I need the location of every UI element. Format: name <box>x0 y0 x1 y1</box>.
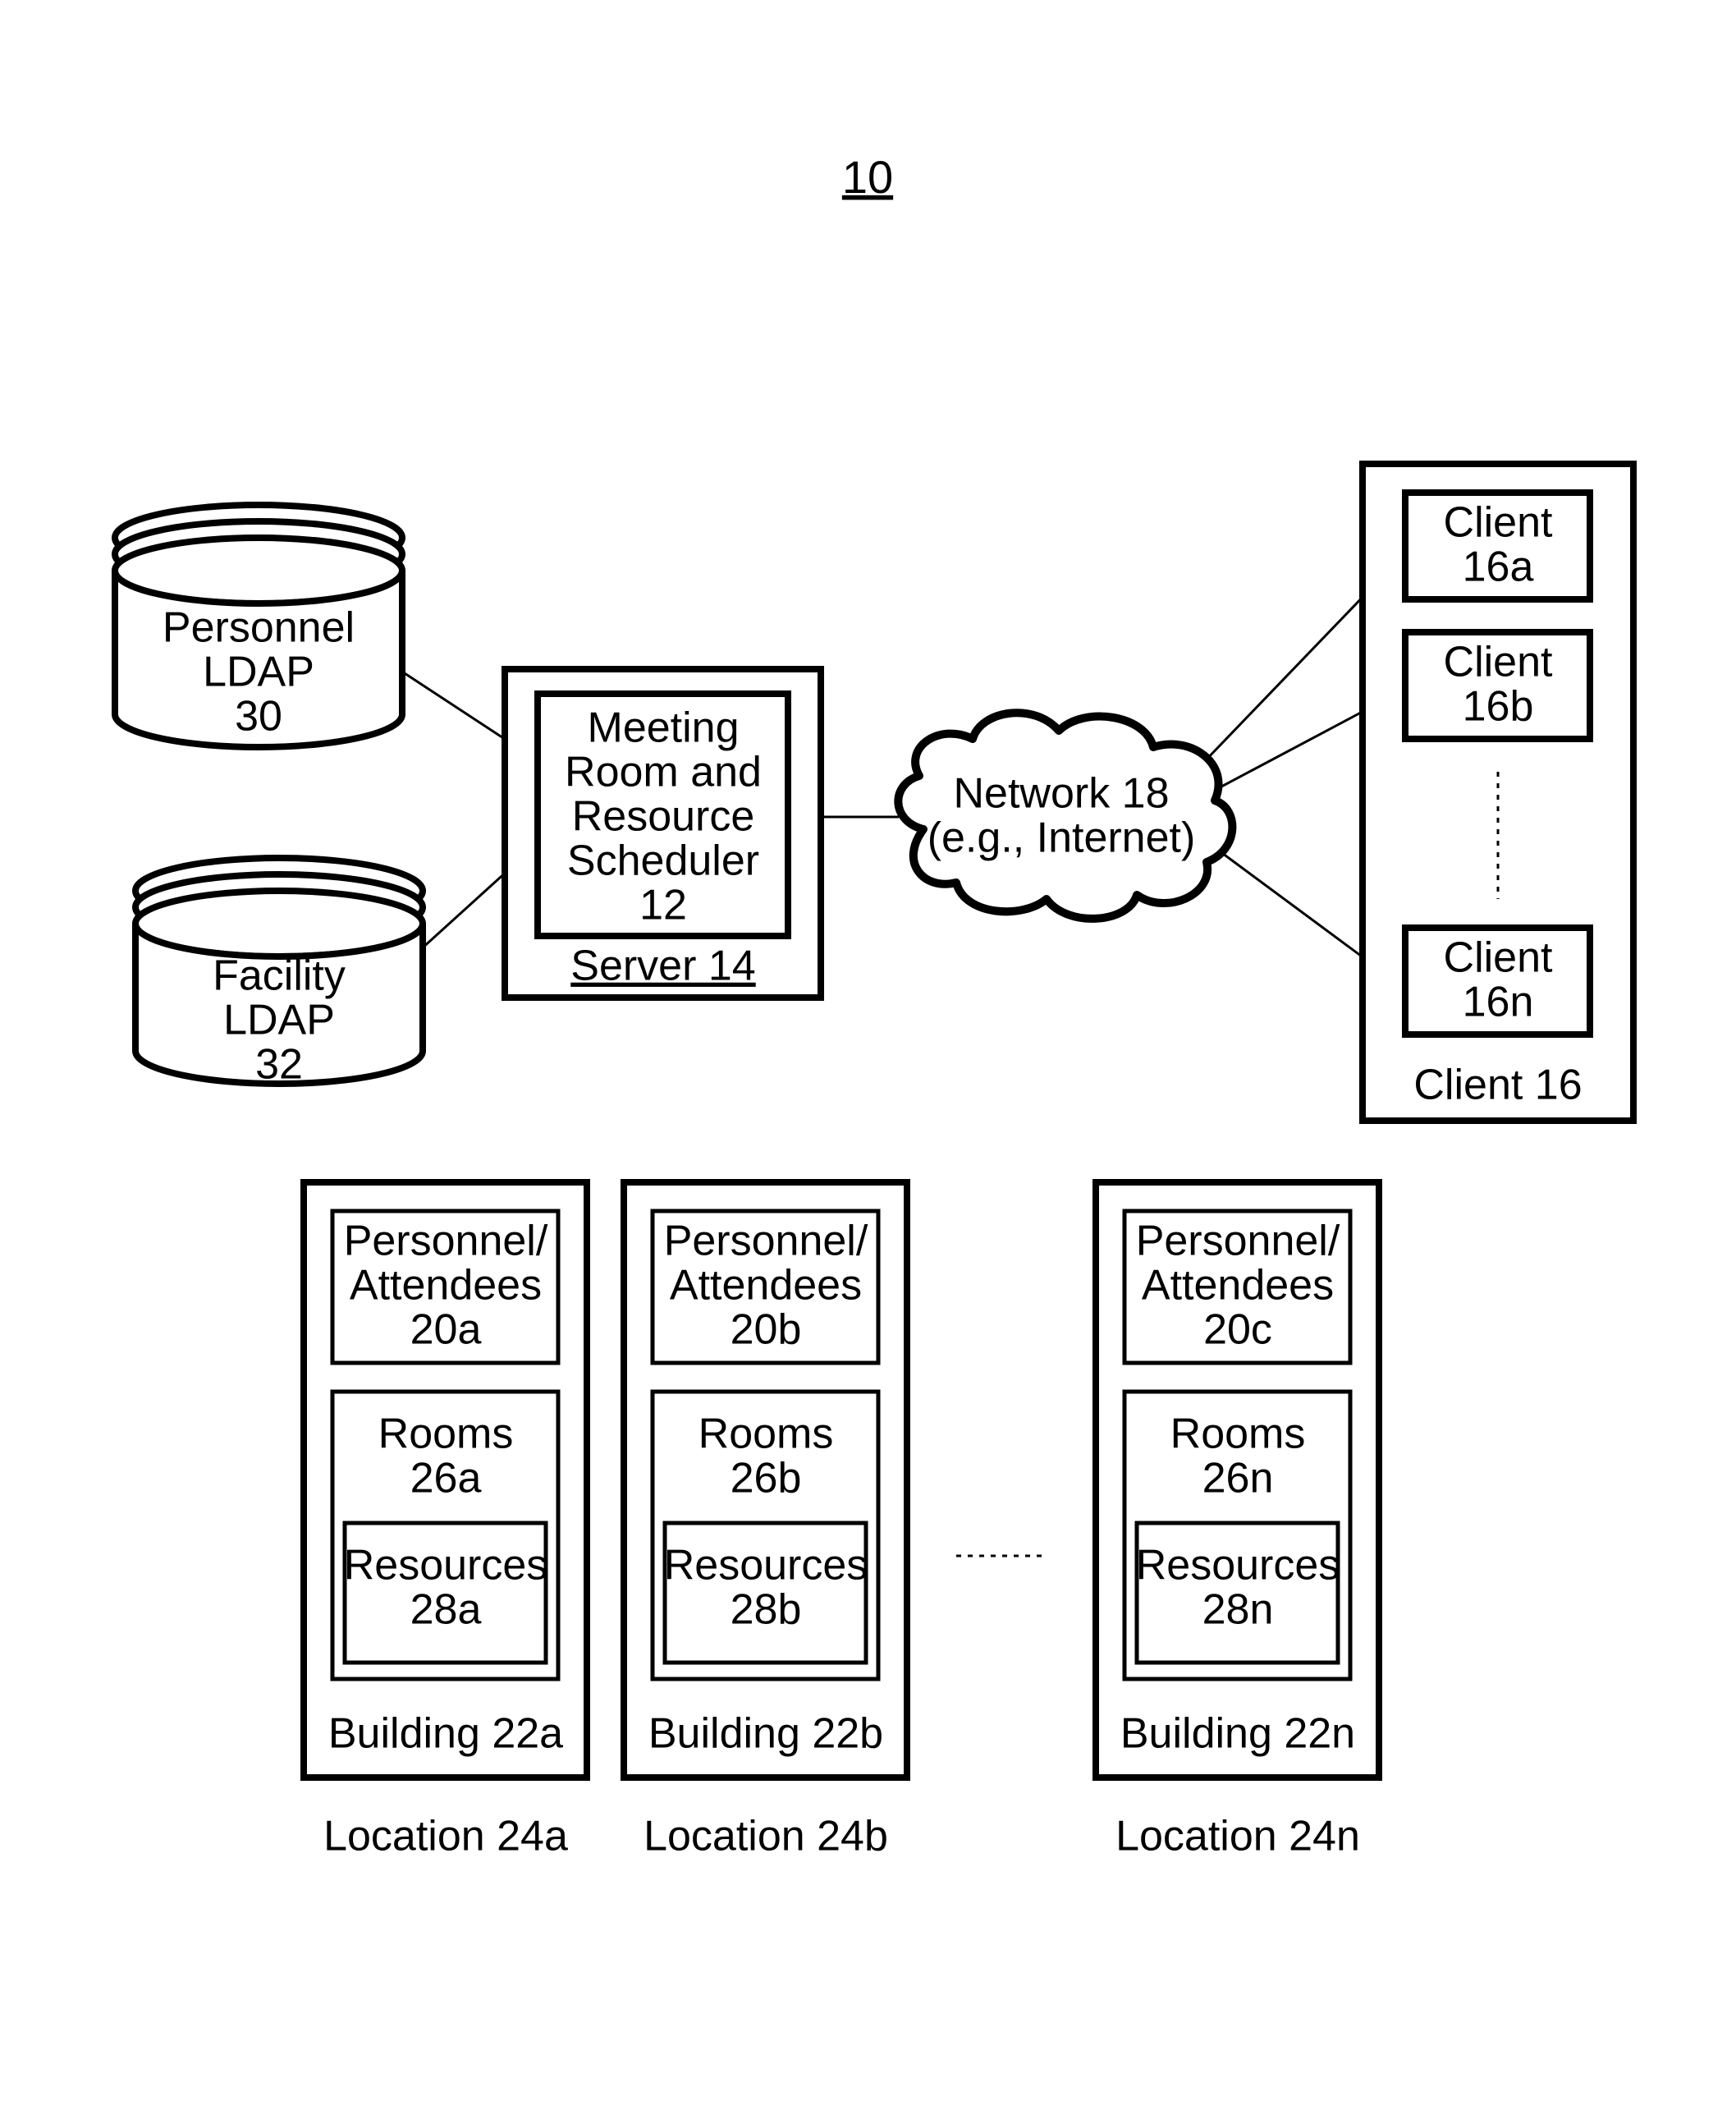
server-caption: Server 14 <box>570 943 755 990</box>
db1-num: 30 <box>235 693 282 741</box>
db-personnel: Personnel LDAP 30 <box>115 505 402 747</box>
network-line2: (e.g., Internet) <box>928 814 1196 862</box>
db-facility: Facility LDAP 32 <box>135 858 423 1089</box>
bb-res-num: 28b <box>731 1586 802 1634</box>
building-n: Personnel/ Attendees 20c Rooms 26n Resou… <box>1096 1182 1379 1860</box>
building-a: Personnel/ Attendees 20a Rooms 26a Resou… <box>304 1182 587 1860</box>
ba-loc: Location 24a <box>323 1813 568 1860</box>
client-caption: Client 16 <box>1413 1062 1582 1109</box>
ba-rooms-num: 26a <box>410 1455 482 1502</box>
server-line4: Scheduler <box>567 837 759 885</box>
ba-cap: Building 22a <box>328 1710 563 1758</box>
ba-res-l1: Resources <box>344 1542 548 1590</box>
db2-label: Facility <box>213 952 346 1000</box>
bn-rooms-l1: Rooms <box>1170 1411 1306 1458</box>
ba-rooms-l1: Rooms <box>378 1411 514 1458</box>
bb-pa-num: 20b <box>731 1306 802 1354</box>
bn-res-num: 28n <box>1202 1586 1274 1634</box>
bn-loc: Location 24n <box>1115 1813 1360 1860</box>
bb-loc: Location 24b <box>644 1813 888 1860</box>
bb-rooms-l1: Rooms <box>699 1411 834 1458</box>
c1-l1: Client <box>1444 499 1553 547</box>
bb-pa-l2: Attendees <box>670 1262 862 1310</box>
bn-pa-l2: Attendees <box>1142 1262 1334 1310</box>
db2-num: 32 <box>255 1041 303 1089</box>
client-container: Client 16a Client 16b Client 16n Client … <box>1363 464 1633 1121</box>
bn-cap: Building 22n <box>1120 1710 1355 1758</box>
bn-pa-num: 20c <box>1203 1306 1272 1354</box>
bb-rooms-num: 26b <box>731 1455 802 1502</box>
db2-label2: LDAP <box>223 997 335 1044</box>
figure-number: 10 <box>842 151 893 203</box>
system-architecture-diagram: 10 Personnel LDAP 30 Facility LDAP 32 Me… <box>0 0 1736 2101</box>
server-num: 12 <box>639 882 687 929</box>
ba-pa-num: 20a <box>410 1306 482 1354</box>
network-line1: Network 18 <box>954 770 1170 818</box>
bn-res-l1: Resources <box>1136 1542 1340 1590</box>
network-cloud: Network 18 (e.g., Internet) <box>898 713 1232 919</box>
ba-pa-l1: Personnel/ <box>344 1218 548 1265</box>
bn-pa-l1: Personnel/ <box>1136 1218 1340 1265</box>
server-box: Meeting Room and Resource Scheduler 12 S… <box>505 669 821 998</box>
server-line1: Meeting <box>588 704 740 752</box>
bb-cap: Building 22b <box>648 1710 883 1758</box>
c2-l1: Client <box>1444 639 1553 686</box>
bb-pa-l1: Personnel/ <box>664 1218 868 1265</box>
c2-l2: 16b <box>1463 683 1534 731</box>
server-line2: Room and <box>565 749 762 796</box>
bb-res-l1: Resources <box>664 1542 868 1590</box>
building-b: Personnel/ Attendees 20b Rooms 26b Resou… <box>624 1182 907 1860</box>
c1-l2: 16a <box>1463 544 1534 591</box>
server-line3: Resource <box>572 793 755 841</box>
db1-label2: LDAP <box>203 649 314 696</box>
cn-l1: Client <box>1444 934 1553 982</box>
bn-rooms-num: 26n <box>1202 1455 1274 1502</box>
ba-res-num: 28a <box>410 1586 482 1634</box>
db1-label: Personnel <box>163 604 355 652</box>
ba-pa-l2: Attendees <box>350 1262 542 1310</box>
cn-l2: 16n <box>1463 979 1534 1026</box>
